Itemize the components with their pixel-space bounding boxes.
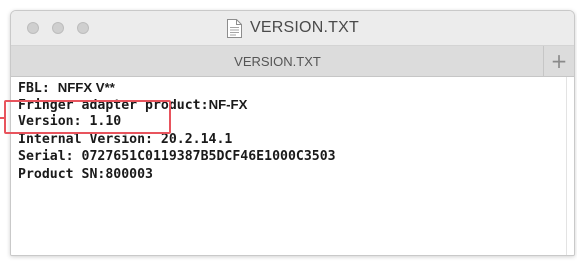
title-bar[interactable]: VERSION.TXT — [11, 11, 574, 46]
document-line: FBL: NFFX V** — [18, 79, 115, 96]
add-tab-button[interactable]: + — [543, 46, 574, 76]
line-key: Serial: 0727651C0119387B5DCF46E1000C3503 — [18, 149, 336, 164]
version-highlight-box — [4, 100, 171, 134]
scrollbar-track[interactable] — [566, 77, 567, 255]
document-line: Serial: 0727651C0119387B5DCF46E1000C3503 — [18, 148, 336, 165]
line-key: Internal Version: 20.2.14.1 — [18, 132, 233, 147]
text-document-icon — [227, 18, 243, 38]
line-key: FBL: — [18, 81, 58, 96]
window-title-group: VERSION.TXT — [11, 11, 574, 45]
line-value: NF-FX — [208, 97, 248, 112]
tab-version-txt[interactable]: VERSION.TXT — [11, 46, 544, 76]
document-line: Product SN:800003 — [18, 166, 153, 183]
window-title: VERSION.TXT — [250, 19, 359, 36]
line-value: NFFX V** — [57, 80, 115, 95]
plus-icon: + — [550, 49, 568, 73]
line-key: Product SN:800003 — [18, 167, 153, 182]
tab-bar: VERSION.TXT + — [11, 46, 574, 77]
